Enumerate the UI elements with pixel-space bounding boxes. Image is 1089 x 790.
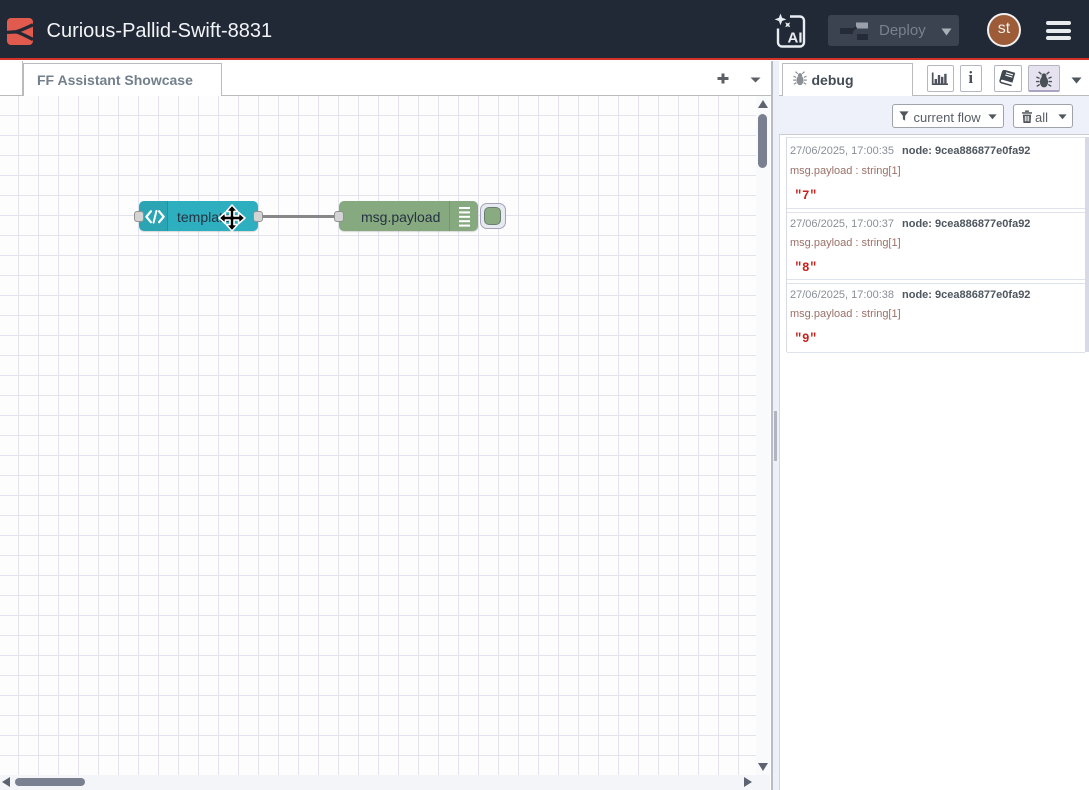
svg-text:AI: AI [788,30,803,47]
